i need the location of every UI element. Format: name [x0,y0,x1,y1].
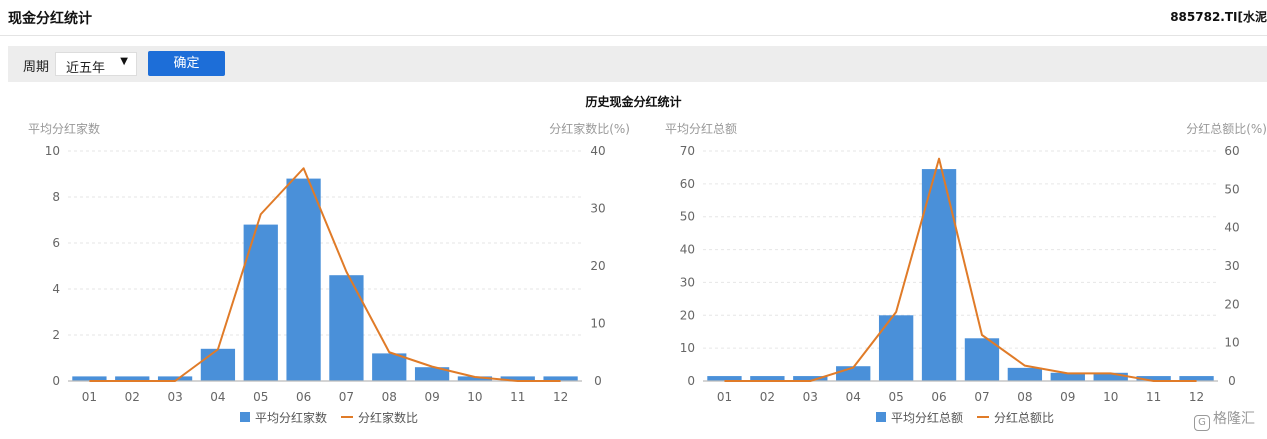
x-tick-label: 05 [253,390,268,404]
x-tick-label: 02 [125,390,140,404]
legend-swatch-bar [876,412,886,422]
y-tick-label: 0 [687,374,695,388]
x-tick-label: 03 [167,390,182,404]
y2-tick-label: 20 [590,259,605,273]
x-tick-label: 12 [1189,390,1204,404]
watermark: G 格隆汇 [1194,408,1255,431]
x-tick-label: 11 [510,390,525,404]
watermark-logo-icon: G [1194,415,1210,431]
y2-tick-label: 20 [1224,297,1239,311]
x-tick-label: 01 [82,390,97,404]
y-tick-label: 0 [52,374,60,388]
x-tick-label: 01 [717,390,732,404]
y-tick-label: 6 [52,236,60,250]
x-tick-label: 10 [467,390,482,404]
chart-bar [243,224,278,381]
y-tick-label: 10 [680,341,695,355]
chart-line [89,167,561,382]
x-tick-label: 05 [888,390,903,404]
y-tick-label: 8 [52,190,60,204]
y2-tick-label: 40 [590,144,605,158]
y2-axis-name: 分红总额比(%) [1186,121,1267,136]
x-tick-label: 06 [931,390,946,404]
y-axis-name: 平均分红家数 [28,121,100,136]
y-tick-label: 2 [52,328,60,342]
y-tick-label: 10 [45,144,60,158]
chart-bar [878,315,914,381]
y-tick-label: 40 [680,243,695,257]
y-tick-label: 20 [680,308,695,322]
y2-tick-label: 60 [1224,144,1239,158]
y-tick-label: 50 [680,210,695,224]
charts-canvas: 0246810010203040平均分红家数 分红家数比(%)01 02 03 04 05… [28,121,1267,425]
x-tick-label: 12 [553,390,568,404]
x-tick-label: 04 [846,390,861,404]
y-tick-label: 30 [680,275,695,289]
y-axis-name: 平均分红总额 [665,121,737,136]
legend-swatch-bar [240,412,250,422]
legend-label: 分红总额比 [994,410,1054,425]
x-tick-label: 02 [760,390,775,404]
legend-label: 平均分红总额 [891,410,963,425]
y2-tick-label: 30 [1224,259,1239,273]
x-tick-label: 10 [1103,390,1118,404]
legend-label: 分红家数比 [358,410,418,425]
y-tick-label: 4 [52,282,60,296]
y2-tick-label: 50 [1224,182,1239,196]
x-tick-label: 09 [1060,390,1075,404]
x-tick-label: 06 [296,390,311,404]
x-tick-label: 11 [1146,390,1161,404]
chart-bar [372,353,407,381]
y2-axis-name: 分红家数比(%) [549,121,630,136]
x-tick-label: 04 [210,390,225,404]
y2-tick-label: 0 [594,374,602,388]
x-tick-label: 08 [1017,390,1032,404]
x-tick-label: 09 [424,390,439,404]
chart-bar [200,348,236,381]
y-tick-label: 70 [680,144,695,158]
x-tick-label: 08 [382,390,397,404]
y2-tick-label: 30 [590,202,605,216]
x-tick-label: 07 [974,390,989,404]
y-tick-label: 60 [680,177,695,191]
x-tick-label: 03 [803,390,818,404]
x-tick-label: 07 [339,390,354,404]
chart-bar [329,275,364,381]
y2-tick-label: 40 [1224,221,1239,235]
chart-bar [1007,367,1043,381]
legend-label: 平均分红家数 [255,410,327,425]
y2-tick-label: 10 [590,317,605,331]
y2-tick-label: 0 [1228,374,1236,388]
watermark-text: 格隆汇 [1213,411,1255,427]
y2-tick-label: 10 [1224,336,1239,350]
chart-bar [286,178,321,381]
